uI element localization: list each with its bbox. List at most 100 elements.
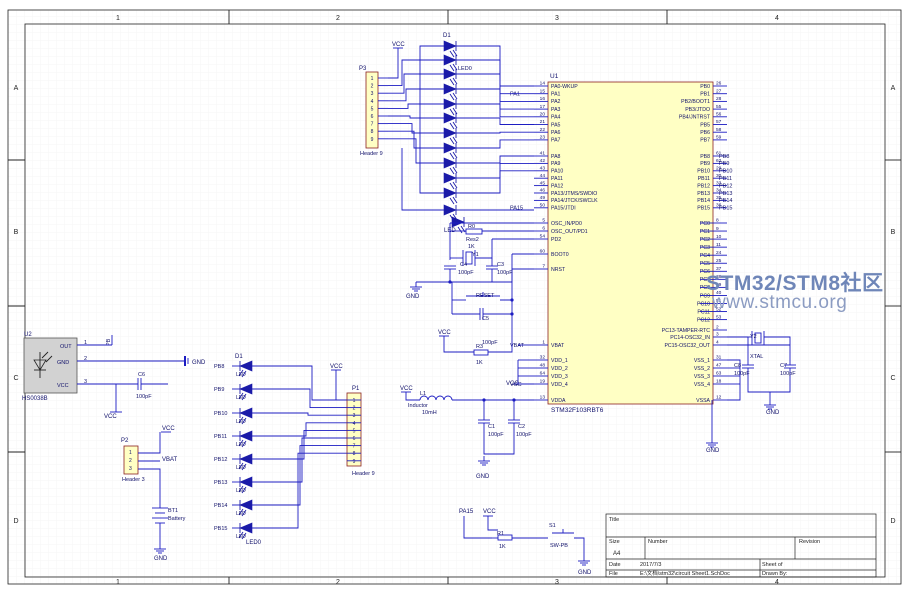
p3-pin-number: 3 <box>371 91 374 97</box>
bottom-led-net-label: PB13 <box>214 480 227 486</box>
mcu-pin-name: PC2 <box>700 237 710 243</box>
p1-pin-number: 3 <box>353 413 356 419</box>
p3-pin-number: 7 <box>371 122 374 128</box>
bottom-led-net-label: PB14 <box>214 503 227 509</box>
bt1-designator: BT1 <box>168 508 178 514</box>
bottom-led-ref: LED <box>236 419 246 425</box>
p3-pin-number: 1 <box>371 76 374 82</box>
c7-value: 100pF <box>780 371 796 377</box>
junction-dot <box>510 312 514 316</box>
c7-label: C7 <box>780 363 787 369</box>
mcu-pin-name: PC11 <box>697 309 710 315</box>
zone-col-2-top: 2 <box>336 15 340 22</box>
mcu-pin-name: VSS_4 <box>694 382 710 388</box>
u2-pin-vcc: VCC <box>57 383 69 389</box>
c4-value: 100pF <box>458 270 474 276</box>
tb-file-label: File <box>609 571 618 577</box>
p3-pin-number: 4 <box>371 99 374 105</box>
mcu-pin-number: 20 <box>540 112 546 118</box>
mcu-pin-name: PC13-TAMPER-RTC <box>662 328 710 334</box>
mcu-pin-name: PB15 <box>697 206 710 212</box>
s1-type: SW-PB <box>550 543 568 549</box>
tb-size-value: A4 <box>613 551 621 557</box>
mcu-pin-name: PB13 <box>697 191 710 197</box>
c1-value: 100pF <box>488 432 504 438</box>
u2-gnd: GND <box>192 360 206 366</box>
r0-label: R0 <box>468 224 475 230</box>
mcu-pin-number: 19 <box>540 379 546 385</box>
mcu-pin-number: 53 <box>716 314 722 320</box>
zone-row-C-left: C <box>13 375 18 382</box>
mcu-pin-name: PB7 <box>700 138 710 144</box>
bottom-led-net-label: PB9 <box>214 387 224 393</box>
r3-label: R3 <box>476 344 483 350</box>
junction-dot <box>512 398 516 402</box>
bottom-led-ref: LED <box>236 534 246 540</box>
u2-pin-out: OUT <box>60 344 72 350</box>
mcu-pin-name: PA14/JTCK/SWCLK <box>551 198 598 204</box>
mcu-pin-number: 15 <box>540 88 546 94</box>
p2-pin-1: 1 <box>129 450 132 456</box>
mcu-pin-name: PA9 <box>551 161 561 167</box>
mcu-pin-name: VDD_1 <box>551 358 568 364</box>
junction-dot <box>510 298 514 302</box>
c6-label: C6 <box>138 372 145 378</box>
pwr-vcc: VCC <box>400 386 413 392</box>
mcu-pin-name: VDD_2 <box>551 366 568 372</box>
reset-label: RESET <box>476 293 495 299</box>
mcu-pin-name: PA1 <box>551 92 561 98</box>
leds-top-ref-first: D1 <box>443 33 451 39</box>
zone-col-3-bottom: 3 <box>555 579 559 586</box>
mcu-pin-number: 48 <box>540 363 546 369</box>
mcu-body <box>547 81 714 405</box>
mcu-pin-number: 63 <box>716 371 722 377</box>
c5-label: C5 <box>482 316 489 322</box>
c1-label: C1 <box>488 424 495 430</box>
p1-label: Header 9 <box>352 471 375 477</box>
mcu-pin-number: 45 <box>540 180 546 186</box>
p2-net: VBAT <box>162 457 178 463</box>
p1-pin-number: 8 <box>353 451 356 457</box>
bottom-led-ref: LED <box>236 511 246 517</box>
u2-part: HS0038B <box>22 396 48 402</box>
mcu-pin-name: PC3 <box>700 245 710 251</box>
mcu-pin-name: PB5 <box>700 122 710 128</box>
zone-row-B-right: B <box>891 229 896 236</box>
mcu-pin-name: PD2 <box>551 237 561 243</box>
mcu-pin-number: 4 <box>716 340 719 346</box>
mcu-pin-name: PC1 <box>700 229 710 235</box>
osc-gnd: GND <box>406 294 420 300</box>
leds-bottom-ref-last: LED0 <box>246 540 262 546</box>
mcu-pin-name: PA6 <box>551 130 561 136</box>
mcu-pin-name: PC0 <box>700 221 710 227</box>
zone-row-A-right: A <box>891 85 896 92</box>
mcu-pin-number: 23 <box>540 135 546 141</box>
l1-type: Inductor <box>408 403 428 409</box>
mcu-pin-name: OSC_IN/PD0 <box>551 221 582 227</box>
c5-value: 100pF <box>482 340 498 346</box>
mcu-pin-name: PC10 <box>697 301 710 307</box>
s1-vcc: VCC <box>483 509 496 515</box>
mcu-pin-name: VSS_3 <box>694 374 710 380</box>
mcu-pin-name: PC15-OSC32_OUT <box>664 343 710 349</box>
mcu-pin-number: 27 <box>716 88 722 94</box>
bottom-led-net-label: PB11 <box>214 434 227 440</box>
mcu-pin-name: PA7 <box>551 138 561 144</box>
mcu-pin-number: 1 <box>542 340 545 346</box>
mcu-pin-number: 58 <box>716 127 722 133</box>
s1-net: PA15 <box>459 509 474 515</box>
zone-col-3-top: 3 <box>555 15 559 22</box>
mcu-pin-name: PA10 <box>551 169 563 175</box>
p2-designator: P2 <box>121 438 129 444</box>
p1-pin-number: 4 <box>353 421 356 427</box>
mcu-pin-number: 11 <box>716 242 721 248</box>
mcu-pin-name: PB12 <box>697 183 710 189</box>
mcu-pin-name: PA13/JTMS/SWDIO <box>551 191 597 197</box>
vss-gnd: GND <box>706 448 720 454</box>
mcu-pin-number: 42 <box>540 158 546 164</box>
p3-pin-number: 8 <box>371 129 374 135</box>
xtal-label: XTAL <box>750 354 763 360</box>
mcu-pin-name: PB8 <box>700 154 710 160</box>
mcu-pin-number: 6 <box>542 226 545 232</box>
mcu-pin-name: PA15/JTDI <box>551 206 576 212</box>
